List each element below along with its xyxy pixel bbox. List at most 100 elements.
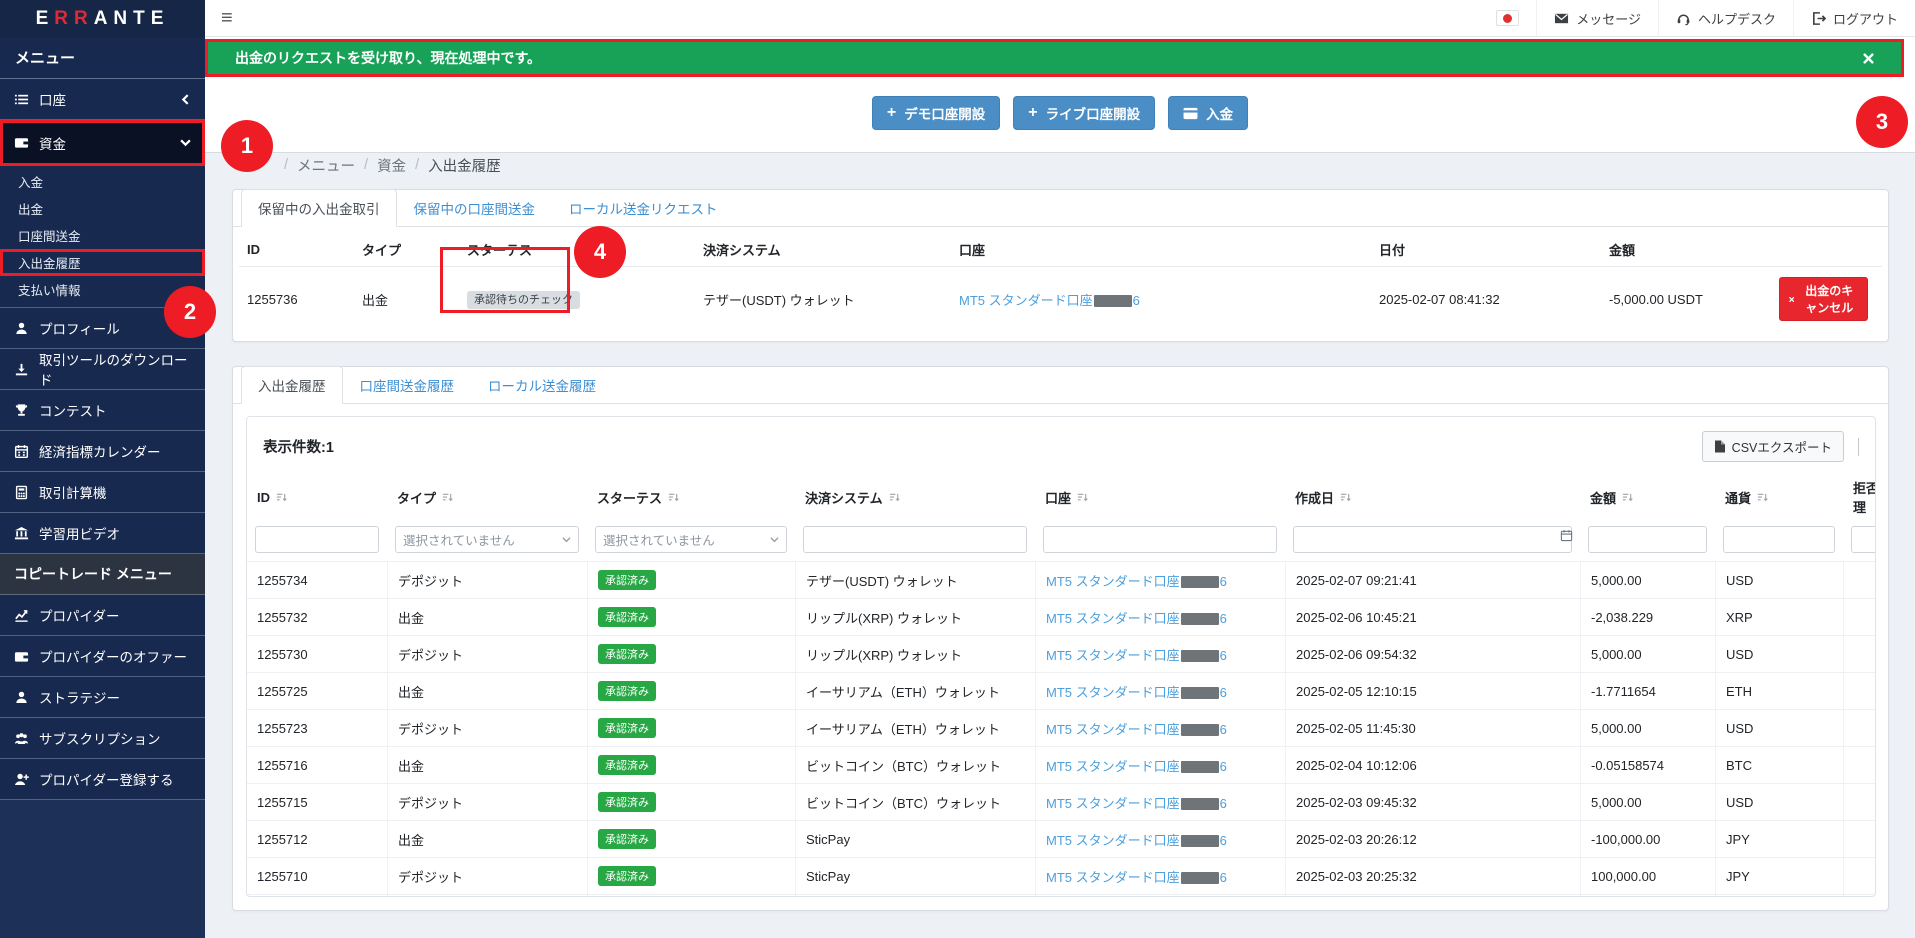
date-filter-input[interactable] bbox=[1293, 526, 1572, 553]
payment-system-filter-input[interactable] bbox=[803, 526, 1027, 553]
tab[interactable]: ローカル送金履歴 bbox=[471, 366, 613, 404]
japan-flag-icon bbox=[1496, 10, 1520, 26]
cell-reject-reason bbox=[1843, 895, 1875, 896]
filter-status: 選択されていません bbox=[587, 522, 795, 561]
sortable-column-header[interactable]: 口座 bbox=[1035, 472, 1285, 522]
sidebar-item-contest[interactable]: コンテスト bbox=[0, 390, 205, 431]
status-filter-select[interactable]: 選択されていません bbox=[595, 526, 787, 553]
sortable-column-header[interactable]: ID bbox=[247, 472, 387, 522]
logo-text-rr: RR bbox=[54, 7, 94, 29]
success-banner-text: 出金のリクエストを受け取り、現在処理中です。 bbox=[235, 50, 542, 66]
account-link[interactable]: MT5 スタンダード口座 6 bbox=[1046, 756, 1227, 775]
sidebar-subitem[interactable]: 入金 bbox=[0, 168, 205, 195]
sidebar-item-subscription[interactable]: サブスクリプション bbox=[0, 718, 205, 759]
sidebar-item-funds[interactable]: 資金 bbox=[0, 120, 205, 166]
sidebar-subitem[interactable]: 口座間送金 bbox=[0, 222, 205, 249]
sidebar-item-provider-offers[interactable]: プロパイダーのオファー bbox=[0, 636, 205, 677]
cell-amount: 5,000.00 bbox=[1580, 784, 1715, 820]
messages-nav-item[interactable]: メッセージ bbox=[1536, 0, 1658, 36]
sidebar-item-economic-calendar[interactable]: 経済指標カレンダー bbox=[0, 431, 205, 472]
sortable-column-header[interactable]: 金額 bbox=[1580, 472, 1715, 522]
account-link[interactable]: MT5 スタンダード口座 6 bbox=[1046, 719, 1227, 738]
deposit-button[interactable]: 入金 bbox=[1168, 96, 1249, 130]
tab[interactable]: 入出金履歴 bbox=[241, 366, 343, 404]
breadcrumb-item-menu[interactable]: メニュー bbox=[297, 155, 355, 176]
cell-payment-system: ビットコイン（BTC）ウォレット bbox=[795, 784, 1035, 820]
filter-id bbox=[247, 522, 387, 561]
sidebar-subitem[interactable]: 出金 bbox=[0, 195, 205, 222]
csv-export-button[interactable]: CSVエクスポート bbox=[1701, 431, 1844, 462]
trophy-icon bbox=[15, 403, 28, 416]
language-selector[interactable] bbox=[1479, 0, 1536, 36]
sort-icon bbox=[276, 493, 287, 501]
sidebar-item-provider[interactable]: プロパイダー bbox=[0, 595, 205, 636]
amount-filter-input[interactable] bbox=[1588, 526, 1707, 553]
account-link[interactable]: MT5 スタンダード口座 6 bbox=[1046, 682, 1227, 701]
open-demo-account-button[interactable]: + デモ口座開設 bbox=[871, 96, 1001, 130]
wallet-icon bbox=[14, 138, 29, 148]
cell-created-date: 2025-02-06 09:54:32 bbox=[1285, 636, 1580, 672]
tab[interactable]: 保留中の口座間送金 bbox=[397, 189, 553, 227]
sortable-column-header[interactable]: 作成日 bbox=[1285, 472, 1580, 522]
id-filter-input[interactable] bbox=[255, 526, 379, 553]
cell-type: 出金 bbox=[387, 747, 587, 783]
sortable-column-header[interactable]: 通貨 bbox=[1715, 472, 1843, 522]
cell-action: 出金のキャンセル bbox=[1771, 267, 1882, 337]
breadcrumb-separator: / bbox=[364, 157, 369, 173]
logout-nav-item[interactable]: ログアウト bbox=[1792, 0, 1915, 36]
sidebar-item-calculator[interactable]: 取引計算機 bbox=[0, 472, 205, 513]
chevron-left-icon bbox=[181, 93, 189, 105]
reject-reason-filter-input[interactable] bbox=[1851, 526, 1875, 553]
table-row: 1255716 出金 承認済み ビットコイン（BTC）ウォレット MT5 スタン… bbox=[247, 746, 1875, 783]
cell-type: デポジット bbox=[387, 562, 587, 598]
filter-account bbox=[1035, 522, 1285, 561]
status-badge-approved: 承認済み bbox=[598, 755, 656, 775]
column-label: 金額 bbox=[1590, 490, 1617, 506]
filter-payment-system bbox=[795, 522, 1035, 561]
sidebar-item-provider-register[interactable]: プロパイダー登録する bbox=[0, 759, 205, 800]
tab[interactable]: 保留中の入出金取引 bbox=[241, 189, 397, 227]
account-link[interactable]: MT5 スタンダード口座 6 bbox=[1046, 608, 1227, 627]
cell-payment-system: イーサリアム（ETH）ウォレット bbox=[795, 673, 1035, 709]
sortable-column-header[interactable]: 拒否の理 bbox=[1843, 472, 1875, 522]
account-link[interactable]: MT5 スタンダード口座 6 bbox=[1046, 571, 1227, 590]
account-link[interactable]: MT5 スタンダード口座 6 bbox=[1046, 793, 1227, 812]
hamburger-menu-icon[interactable]: ≡ bbox=[205, 8, 249, 28]
cell-created-date: 2025-02-07 09:21:41 bbox=[1285, 562, 1580, 598]
column-label: タイプ bbox=[397, 490, 437, 506]
tab[interactable]: 口座間送金履歴 bbox=[343, 366, 472, 404]
file-icon bbox=[1714, 440, 1725, 453]
sortable-column-header[interactable]: タイプ bbox=[387, 472, 587, 522]
helpdesk-nav-item[interactable]: ヘルプデスク bbox=[1657, 0, 1793, 36]
errante-logo[interactable]: E RR ANTE bbox=[0, 0, 205, 37]
filter-amount bbox=[1580, 522, 1715, 561]
account-link[interactable]: MT5 スタンダード口座 6 bbox=[1046, 645, 1227, 664]
sidebar-subitem[interactable]: 入出金履歴 bbox=[0, 249, 205, 276]
type-filter-select[interactable]: 選択されていません bbox=[395, 526, 579, 553]
redacted-account-number bbox=[1180, 687, 1219, 700]
cell-reject-reason bbox=[1843, 673, 1875, 709]
tab[interactable]: ローカル送金リクエスト bbox=[552, 189, 735, 227]
top-navbar: ≡ メッセージ ヘルプデスク ログアウト bbox=[205, 0, 1915, 37]
cell-currency: JPY bbox=[1715, 858, 1843, 894]
sidebar-item-learning-videos[interactable]: 学習用ビデオ bbox=[0, 513, 205, 554]
open-live-account-button[interactable]: + ライブ口座開設 bbox=[1013, 96, 1156, 130]
sidebar-item-strategy[interactable]: ストラテジー bbox=[0, 677, 205, 718]
cancel-withdrawal-button[interactable]: 出金のキャンセル bbox=[1779, 277, 1868, 321]
table-row: 1255712 出金 承認済み SticPay MT5 スタンダード口座 6 20… bbox=[247, 820, 1875, 857]
cell-currency: USD bbox=[1715, 562, 1843, 598]
close-icon[interactable] bbox=[1863, 52, 1874, 64]
account-link[interactable]: MT5 スタンダード口座 6 bbox=[959, 293, 1140, 308]
sortable-column-header[interactable]: 決済システム bbox=[795, 472, 1035, 522]
credit-card-icon bbox=[1183, 107, 1198, 119]
sortable-column-header[interactable]: スターテス bbox=[587, 472, 795, 522]
cell-created-date: 2025-02-03 20:26:12 bbox=[1285, 821, 1580, 857]
account-filter-input[interactable] bbox=[1043, 526, 1277, 553]
account-link[interactable]: MT5 スタンダード口座 6 bbox=[1046, 830, 1227, 849]
account-link[interactable]: MT5 スタンダード口座 6 bbox=[1046, 867, 1227, 886]
breadcrumb-item-funds[interactable]: 資金 bbox=[377, 155, 406, 176]
currency-filter-input[interactable] bbox=[1723, 526, 1835, 553]
sidebar-item-accounts[interactable]: 口座 bbox=[0, 79, 205, 120]
sidebar-item-download-tools[interactable]: 取引ツールのダウンロード bbox=[0, 349, 205, 390]
cell-amount: 5,000.00 bbox=[1580, 562, 1715, 598]
